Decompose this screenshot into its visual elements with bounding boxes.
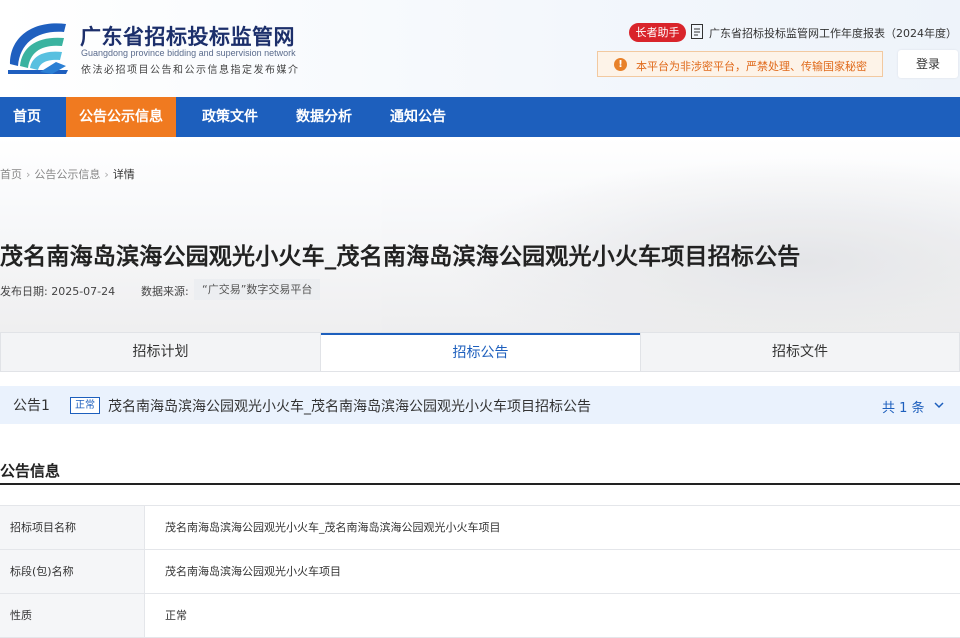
nav-item-data-analysis[interactable]: 数据分析 — [284, 97, 364, 137]
source-badge: “广交易”数字交易平台 — [194, 279, 321, 300]
breadcrumb-home[interactable]: 首页 — [0, 168, 22, 181]
table-row: 招标项目名称 茂名南海岛滨海公园观光小火车_茂名南海岛滨海公园观光小火车项目 — [0, 506, 960, 550]
table-row: 标段(包)名称 茂名南海岛滨海公园观光小火车项目 — [0, 550, 960, 594]
site-logo-icon[interactable] — [4, 14, 72, 78]
breadcrumb-separator-icon: › — [104, 168, 109, 181]
section-divider — [0, 483, 960, 485]
tab-bidding-documents[interactable]: 招标文件 — [641, 333, 959, 371]
tab-bidding-announcement[interactable]: 招标公告 — [321, 333, 640, 371]
source-label: 数据来源: — [141, 285, 189, 298]
nav-item-home[interactable]: 首页 — [0, 97, 54, 137]
status-badge: 正常 — [70, 397, 100, 414]
site-header: 广东省招标投标监管网 Guangdong province bidding an… — [0, 0, 960, 97]
main-nav: 首页 公告公示信息 政策文件 数据分析 通知公告 — [0, 97, 960, 137]
background-decoration — [0, 137, 960, 332]
nav-item-notices[interactable]: 通知公告 — [378, 97, 458, 137]
table-row: 性质 正常 — [0, 594, 960, 638]
breadcrumb-current: 详情 — [112, 168, 135, 181]
row-value: 茂名南海岛滨海公园观光小火车项目 — [165, 565, 341, 578]
publish-date-value: 2025-07-24 — [51, 285, 116, 298]
notice-title: 茂名南海岛滨海公园观光小火车_茂名南海岛滨海公园观光小火车项目招标公告 — [108, 399, 591, 415]
info-table: 招标项目名称 茂名南海岛滨海公园观光小火车_茂名南海岛滨海公园观光小火车项目 标… — [0, 505, 960, 638]
security-warning-text: 本平台为非涉密平台，严禁处理、传输国家秘密 — [636, 60, 867, 73]
notice-index: 公告1 — [13, 398, 50, 414]
site-title: 广东省招标投标监管网 — [80, 25, 295, 49]
section-title: 公告信息 — [0, 462, 61, 480]
row-label: 招标项目名称 — [0, 506, 145, 549]
breadcrumb-announcements[interactable]: 公告公示信息 — [34, 168, 100, 181]
nav-item-announcements[interactable]: 公告公示信息 — [66, 97, 176, 137]
row-label: 性质 — [0, 594, 145, 637]
elder-assistant-button[interactable]: 长者助手 — [629, 23, 686, 42]
breadcrumb-separator-icon: › — [26, 168, 31, 181]
chevron-down-icon[interactable] — [933, 399, 945, 411]
site-subtitle: 依法必招项目公告和公示信息指定发布媒介 — [81, 65, 300, 76]
tab-bidding-plan[interactable]: 招标计划 — [1, 333, 320, 371]
document-icon — [691, 24, 703, 39]
publish-date-label: 发布日期: — [0, 285, 48, 298]
site-title-en: Guangdong province bidding and supervisi… — [81, 48, 296, 58]
notice-count: 共 1 条 — [882, 401, 925, 416]
row-label: 标段(包)名称 — [0, 550, 145, 593]
notice-selector[interactable]: 公告1 正常 茂名南海岛滨海公园观光小火车_茂名南海岛滨海公园观光小火车项目招标… — [0, 386, 960, 424]
breadcrumb: 首页 › 公告公示信息 › 详情 — [0, 166, 135, 182]
page-title: 茂名南海岛滨海公园观光小火车_茂名南海岛滨海公园观光小火车项目招标公告 — [0, 244, 801, 270]
detail-tabs: 招标计划 招标公告 招标文件 — [0, 332, 960, 372]
row-value: 正常 — [165, 609, 187, 622]
publish-date: 发布日期: 2025-07-24 — [0, 283, 115, 299]
annual-report-link[interactable]: 广东省招标投标监管网工作年度报表（2024年度） — [709, 25, 957, 41]
login-button[interactable]: 登录 — [898, 50, 958, 78]
row-value: 茂名南海岛滨海公园观光小火车_茂名南海岛滨海公园观光小火车项目 — [165, 521, 501, 534]
security-warning: ! 本平台为非涉密平台，严禁处理、传输国家秘密 — [597, 51, 883, 77]
nav-item-policy[interactable]: 政策文件 — [190, 97, 270, 137]
warning-icon: ! — [614, 58, 627, 71]
